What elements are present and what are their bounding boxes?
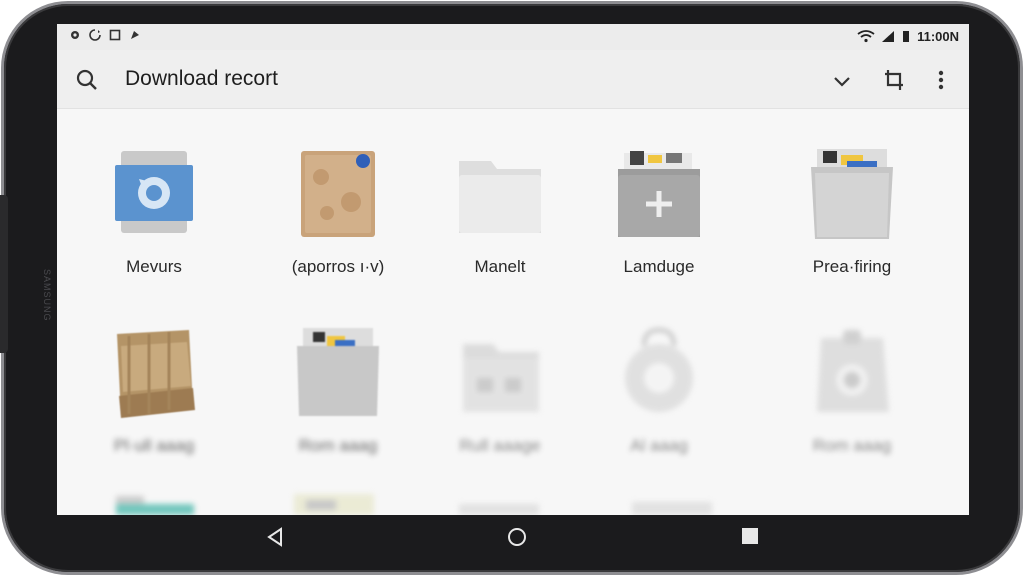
folder-label: Al aaag xyxy=(630,436,688,455)
folder-label: Manelt xyxy=(474,257,526,276)
folder-label: Mevurs xyxy=(126,257,182,276)
battery-icon xyxy=(903,31,910,42)
folder-item[interactable]: Lamduge xyxy=(574,147,744,297)
app-icon xyxy=(131,31,139,39)
screen: 11:00N Download recort Mevurs (aporros ı… xyxy=(57,24,969,515)
cardboard-folder-icon xyxy=(301,151,375,237)
more-vert-icon[interactable] xyxy=(933,68,949,92)
folder-item[interactable]: Mevurs xyxy=(69,147,239,297)
app-bar: Download recort xyxy=(57,50,969,109)
folder-icon xyxy=(459,161,541,233)
folder-label: Rom aaag xyxy=(298,436,378,455)
ring-icon xyxy=(625,327,693,412)
folder-item-partial xyxy=(457,500,541,515)
folder-item-partial xyxy=(114,494,194,515)
gallery-icon xyxy=(109,29,121,41)
folder-icon xyxy=(459,504,539,515)
photo-folder-icon xyxy=(463,344,539,412)
wifi-icon xyxy=(857,30,875,43)
folder-item[interactable]: Rom aaag xyxy=(253,326,423,476)
folder-label: Rull aaage xyxy=(459,436,541,455)
teal-folder-icon xyxy=(116,496,194,515)
sync-icon xyxy=(89,29,101,41)
search-icon[interactable] xyxy=(75,68,99,92)
back-icon[interactable] xyxy=(263,525,287,549)
backup-folder-icon xyxy=(115,151,193,233)
folder-label: Rom aaag xyxy=(812,436,892,455)
add-folder-icon xyxy=(618,151,700,237)
fabric-folder-icon xyxy=(117,330,195,418)
folder-item-partial xyxy=(630,498,714,515)
documents-folder-icon xyxy=(297,328,379,416)
home-icon[interactable] xyxy=(505,525,529,549)
folder-item[interactable]: Al aaag xyxy=(574,326,744,476)
clock: 11:00N xyxy=(917,29,959,44)
folder-item[interactable]: Rull aaage xyxy=(415,326,585,476)
folder-item[interactable]: Manelt xyxy=(415,147,585,297)
device-brand: SAMSUNG xyxy=(42,268,52,322)
folder-item[interactable]: Prea·firing xyxy=(767,147,937,297)
recents-icon[interactable] xyxy=(740,526,760,546)
device-folder-icon xyxy=(294,494,374,515)
folder-item-partial xyxy=(292,492,376,515)
status-bar: 11:00N xyxy=(57,24,969,50)
folder-label: Prea·firing xyxy=(812,257,892,276)
nav-bar xyxy=(57,515,969,559)
folder-item[interactable]: (aporros ı·v) xyxy=(253,147,423,297)
folder-label: Pl·ull aaag xyxy=(113,436,195,455)
documents-folder-icon xyxy=(811,149,893,239)
folder-item[interactable]: Pl·ull aaag xyxy=(69,326,239,476)
camera-folder-icon xyxy=(817,330,889,412)
page-title: Download recort xyxy=(125,67,278,90)
signal-icon xyxy=(882,31,895,42)
folder-label: Lamduge xyxy=(623,257,695,276)
folder-icon xyxy=(632,502,712,515)
notification-icon xyxy=(71,31,79,39)
folder-label: (aporros ı·v) xyxy=(291,257,385,276)
chevron-down-icon[interactable] xyxy=(831,70,853,92)
folder-item[interactable]: Rom aaag xyxy=(767,326,937,476)
crop-icon[interactable] xyxy=(883,68,907,92)
